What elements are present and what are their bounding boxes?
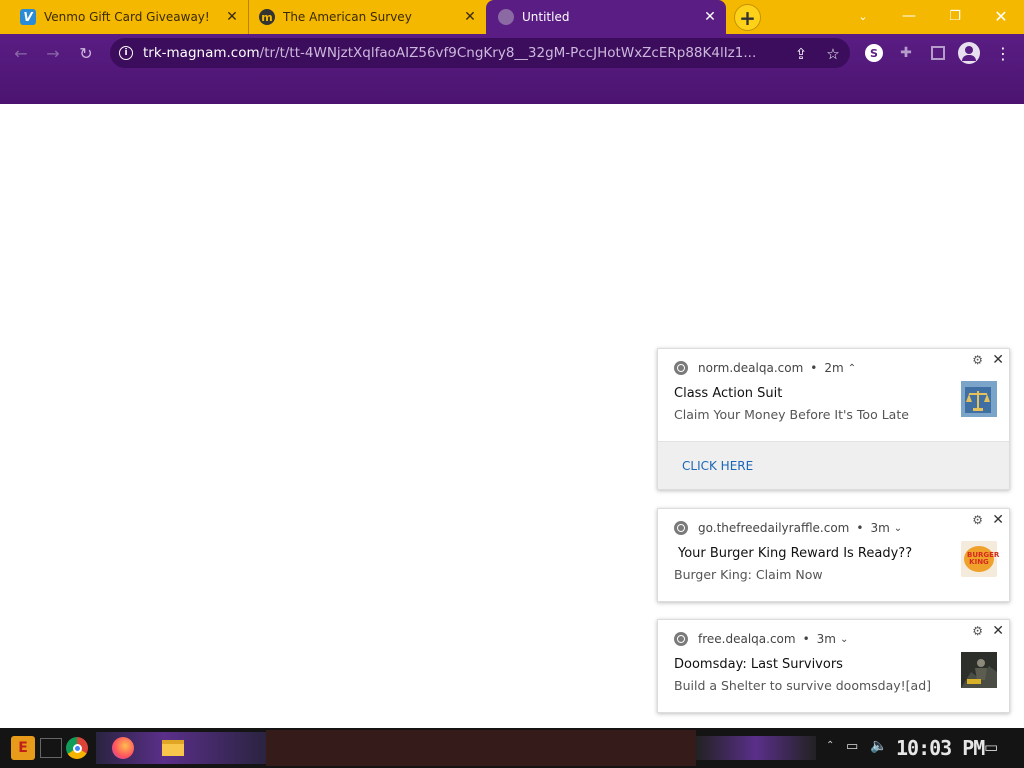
volume-icon[interactable]: 🔈 (870, 738, 887, 754)
taskbar-decoration (696, 736, 816, 760)
m-logo-icon: m (259, 9, 275, 25)
notification-header: go.thefreedailyraffle.com • 3m ⌄ (674, 521, 902, 535)
notification-source: free.dealqa.com (698, 632, 796, 646)
notification-title: Your Burger King Reward Is Ready?? (678, 546, 913, 561)
site-info-icon[interactable]: i (119, 46, 133, 60)
settings-gear-icon[interactable]: ⚙ (972, 353, 983, 367)
notification-doomsday[interactable]: free.dealqa.com • 3m ⌄ ⚙ ✕ Doomsday: Las… (657, 619, 1010, 713)
share-icon[interactable]: ⇪ (791, 44, 811, 64)
chevron-down-icon[interactable]: ⌄ (840, 634, 848, 645)
tray-chevron-up-icon[interactable]: ⌃ (826, 740, 834, 751)
tab-search-icon[interactable]: ⌄ (849, 4, 877, 28)
tab-strip: V Venmo Gift Card Giveaway! ✕ m The Amer… (0, 0, 1024, 34)
window-close-icon[interactable]: ✕ (987, 4, 1015, 28)
notification-source: norm.dealqa.com (698, 361, 804, 375)
notification-close-icon[interactable]: ✕ (992, 623, 1004, 639)
task-view-icon[interactable] (40, 738, 62, 758)
chrome-icon (674, 361, 688, 375)
notification-class-action[interactable]: norm.dealqa.com • 2m ⌃ ⚙ ✕ Class Action … (657, 348, 1010, 490)
globe-icon (498, 9, 514, 25)
windows-taskbar: E ⌃ ▭ 🔈 10:03 PM ▭ (0, 728, 1024, 768)
tab-title: Venmo Gift Card Giveaway! (44, 10, 210, 24)
notification-close-icon[interactable]: ✕ (992, 512, 1004, 528)
notification-close-icon[interactable]: ✕ (992, 352, 1004, 368)
taskbar-clock[interactable]: 10:03 PM (896, 736, 985, 760)
notification-body: Build a Shelter to survive doomsday![ad] (674, 678, 932, 693)
tab-title: The American Survey (283, 10, 412, 24)
click-here-action[interactable]: CLICK HERE (658, 441, 1009, 489)
extension-s-icon[interactable]: S (863, 42, 885, 64)
file-explorer-icon[interactable] (158, 734, 188, 762)
taskbar-decoration (266, 730, 696, 766)
notification-age: 2m (824, 361, 844, 375)
chrome-taskbar-icon[interactable] (62, 734, 92, 762)
side-panel-icon[interactable] (927, 42, 949, 64)
firefox-taskbar-icon[interactable] (108, 734, 138, 762)
notification-age: 3m (816, 632, 836, 646)
settings-gear-icon[interactable]: ⚙ (972, 624, 983, 638)
extensions-puzzle-icon[interactable]: ✚ (895, 42, 917, 64)
reload-icon[interactable]: ↻ (73, 40, 99, 66)
notification-center-icon[interactable]: ▭ (984, 738, 998, 756)
notification-title: Class Action Suit (674, 386, 783, 401)
action-button[interactable]: CLICK HERE (682, 459, 753, 473)
chevron-up-icon[interactable]: ⌃ (848, 363, 856, 374)
back-icon[interactable]: ← (8, 40, 34, 66)
scales-of-justice-thumbnail (961, 381, 997, 417)
burger-king-logo-thumbnail: BURGER KING (961, 541, 1000, 577)
tab-untitled[interactable]: Untitled ✕ (486, 0, 726, 34)
venmo-icon: V (20, 9, 36, 25)
tab-american-survey[interactable]: m The American Survey ✕ (248, 0, 486, 34)
settings-gear-icon[interactable]: ⚙ (972, 513, 983, 527)
chrome-icon (674, 632, 688, 646)
tab-close-icon[interactable]: ✕ (222, 7, 242, 27)
burger-king-logo-text: BURGER KING (967, 551, 1000, 566)
notification-body: Burger King: Claim Now (674, 567, 823, 582)
tab-venmo[interactable]: V Venmo Gift Card Giveaway! ✕ (0, 0, 248, 34)
game-soldier-thumbnail (961, 652, 997, 688)
forward-icon[interactable]: → (40, 40, 66, 66)
notification-body: Claim Your Money Before It's Too Late (674, 407, 909, 422)
notification-age: 3m (870, 521, 890, 535)
tab-close-icon[interactable]: ✕ (460, 7, 480, 27)
chrome-icon (674, 521, 688, 535)
new-tab-button[interactable]: + (734, 4, 761, 31)
notification-header: norm.dealqa.com • 2m ⌃ (674, 361, 856, 375)
address-bar[interactable]: i trk-magnam.com/tr/t/tt-4WNjztXqlfaoAIZ… (110, 38, 850, 68)
network-icon[interactable]: ▭ (846, 739, 858, 754)
tab-close-icon[interactable]: ✕ (700, 7, 720, 27)
tab-title: Untitled (522, 10, 570, 24)
notification-title: Doomsday: Last Survivors (674, 657, 843, 672)
minimize-icon[interactable]: — (895, 4, 923, 28)
url-text[interactable]: trk-magnam.com/tr/t/tt-4WNjztXqlfaoAIZ56… (143, 45, 783, 61)
notification-source: go.thefreedailyraffle.com (698, 521, 850, 535)
notification-header: free.dealqa.com • 3m ⌄ (674, 632, 848, 646)
chevron-down-icon[interactable]: ⌄ (894, 523, 902, 534)
notification-burger-king[interactable]: go.thefreedailyraffle.com • 3m ⌄ ⚙ ✕ You… (657, 508, 1010, 602)
bookmark-star-icon[interactable]: ☆ (823, 44, 843, 64)
restore-icon[interactable]: ❐ (941, 4, 969, 28)
profile-avatar-icon[interactable] (958, 42, 980, 64)
browser-toolbar: ← → ↻ i trk-magnam.com/tr/t/tt-4WNjztXql… (0, 34, 1024, 104)
start-button-icon[interactable]: E (8, 734, 38, 762)
menu-kebab-icon[interactable]: ⋮ (992, 42, 1014, 64)
